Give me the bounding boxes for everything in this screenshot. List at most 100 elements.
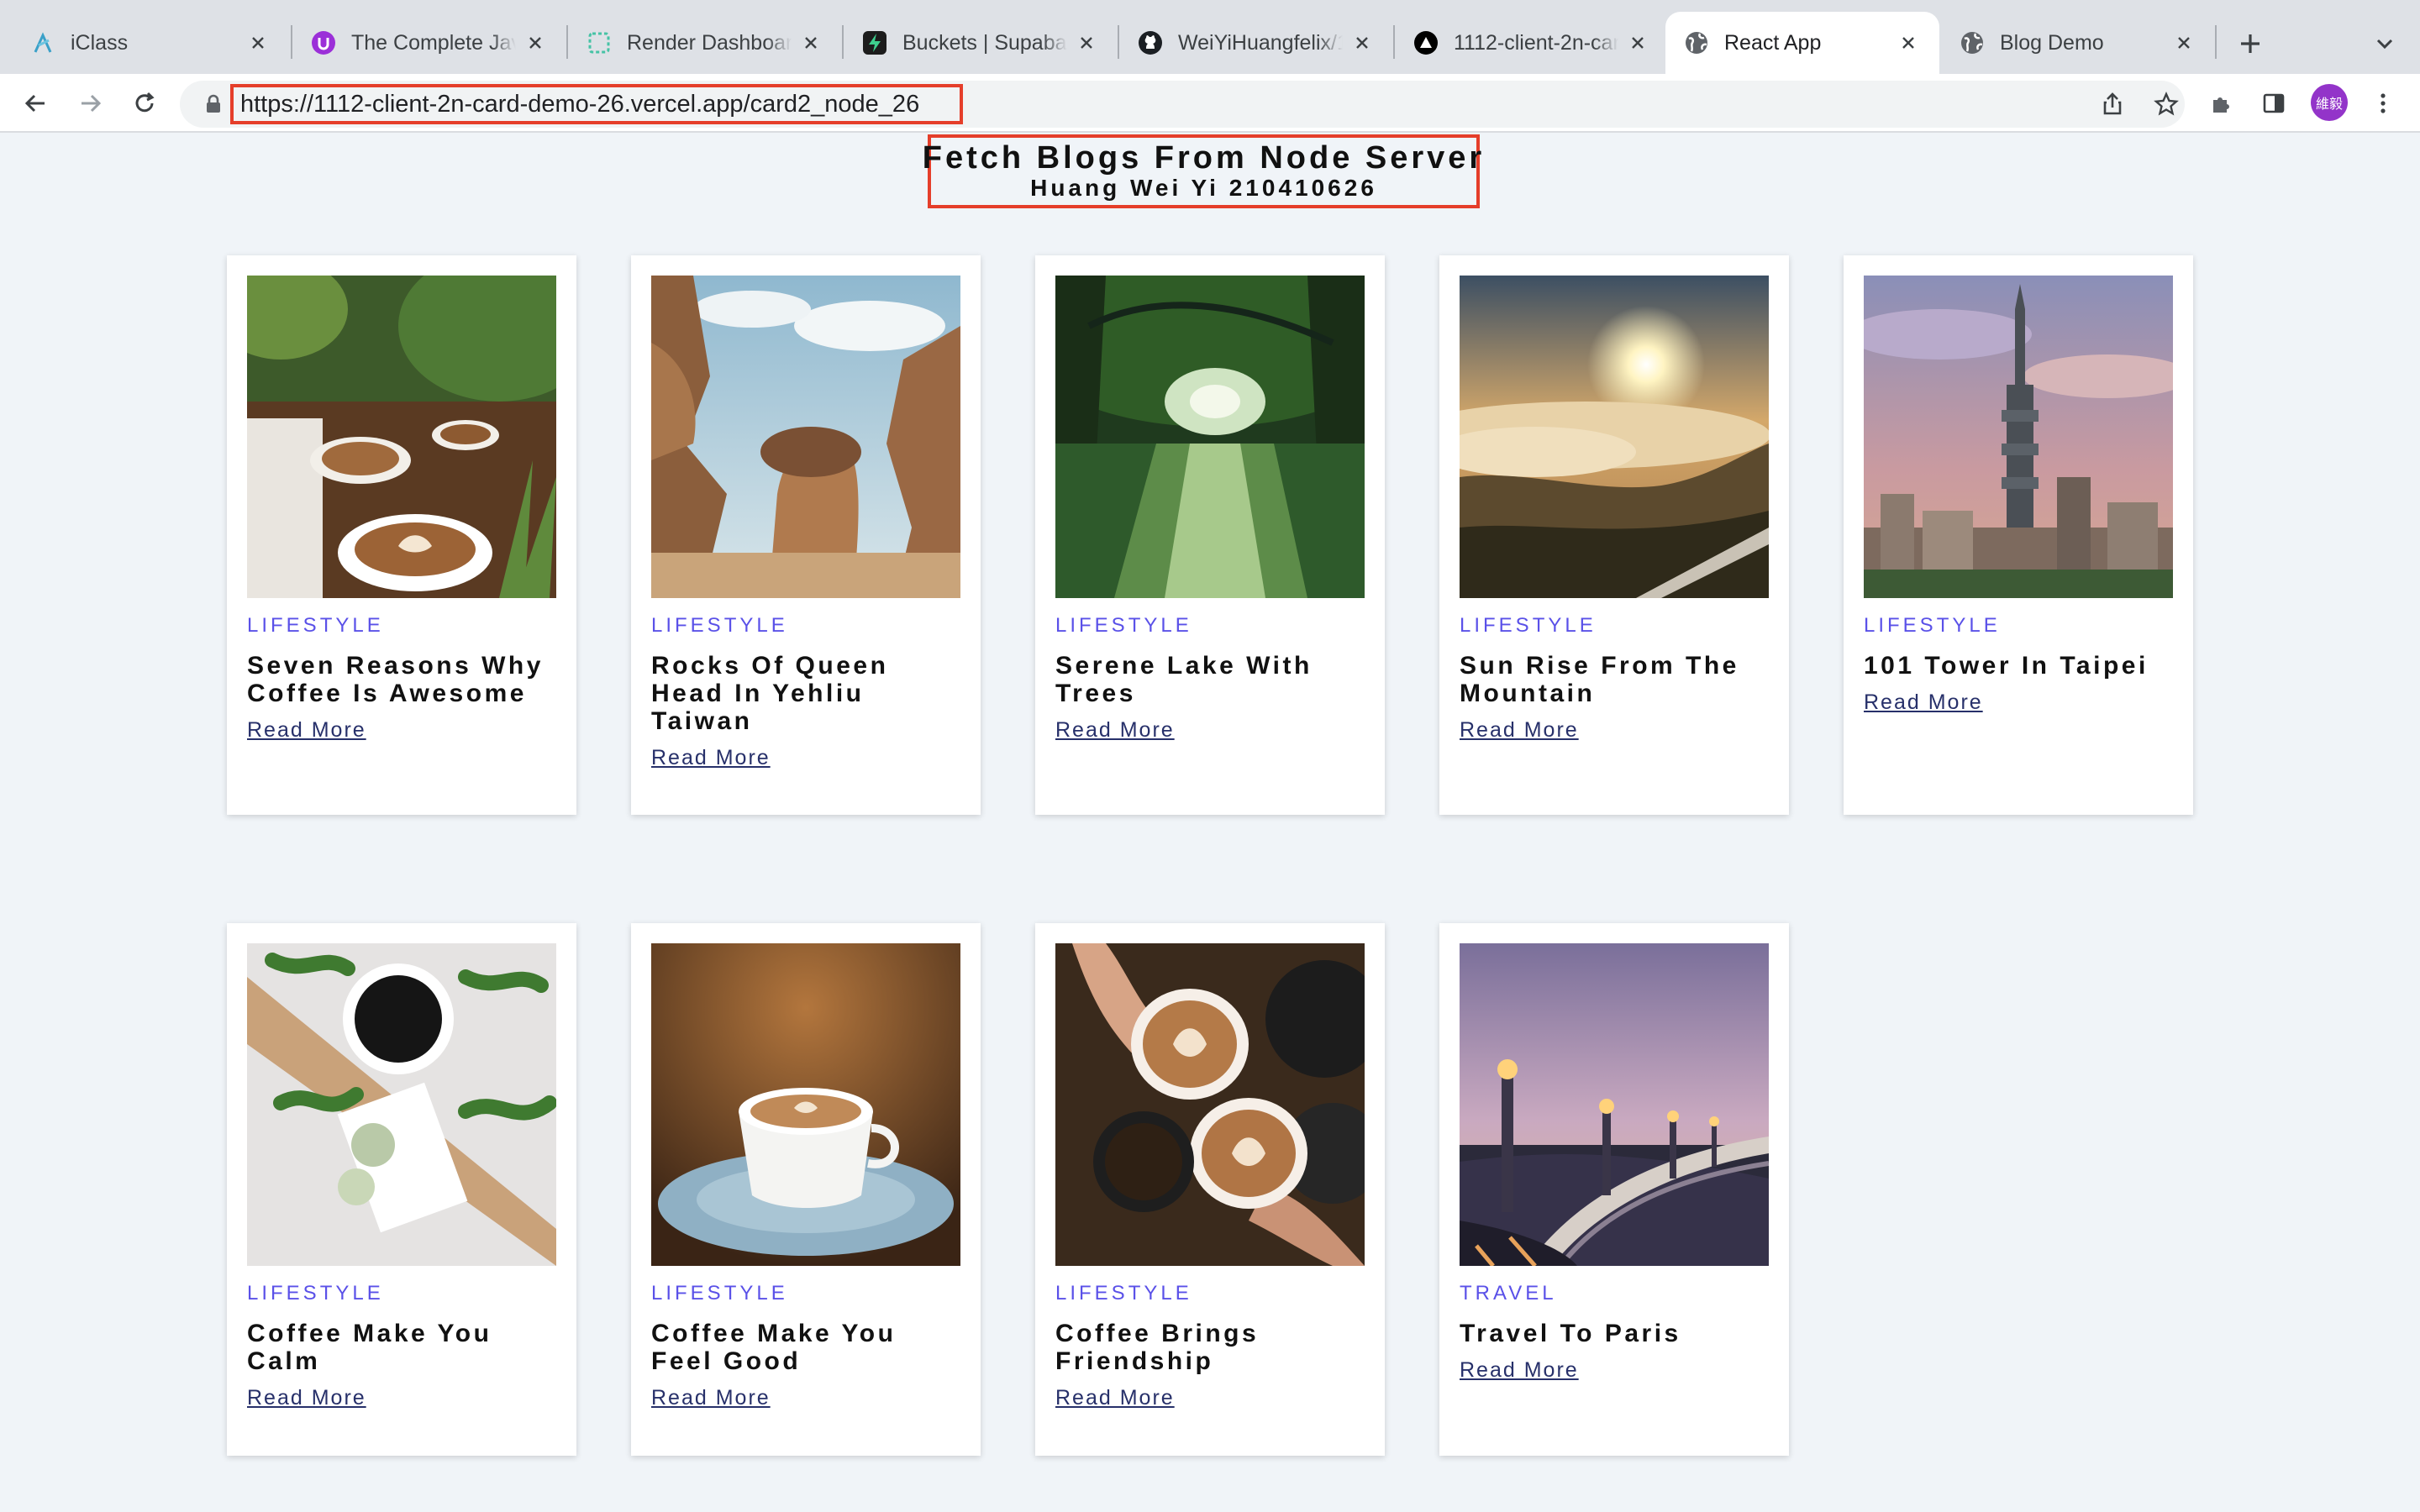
- reload-icon: [135, 92, 155, 113]
- blog-category: LIFESTYLE: [651, 1282, 788, 1305]
- browser-toolbar: https://1112-client-2n-card-demo-26.verc…: [0, 74, 2420, 133]
- share-icon: [2103, 92, 2122, 115]
- blog-card: TRAVEL Travel To Paris Read More: [1439, 923, 1789, 1456]
- side-panel-button[interactable]: [2255, 85, 2292, 122]
- blog-title: Travel To Paris: [1460, 1320, 1681, 1347]
- blog-title: Serene Lake With Trees: [1055, 652, 1313, 707]
- blog-card: LIFESTYLE Serene Lake With Trees Read Mo…: [1035, 255, 1385, 815]
- vercel-favicon-icon: [1413, 30, 1439, 55]
- globe-icon: [1684, 30, 1709, 55]
- close-tab-icon[interactable]: [1074, 30, 1099, 55]
- github-favicon-icon: [1138, 30, 1163, 55]
- tab-github-repo[interactable]: WeiYiHuangfelix/1112: [1119, 12, 1393, 74]
- tab-supabase-buckets[interactable]: Buckets | Supabase: [844, 12, 1118, 74]
- blog-image: [651, 276, 960, 598]
- read-more-link[interactable]: Read More: [1055, 717, 1175, 743]
- blog-category: LIFESTYLE: [247, 614, 384, 637]
- render-favicon-icon: [587, 30, 612, 55]
- blog-image: [651, 943, 960, 1266]
- blog-title: 101 Tower In Taipei: [1864, 652, 2149, 680]
- iclass-favicon-icon: [30, 30, 55, 55]
- read-more-link[interactable]: Read More: [1055, 1385, 1175, 1410]
- udemy-favicon-icon: [311, 30, 336, 55]
- close-tab-icon[interactable]: [1896, 30, 1921, 55]
- blog-card: LIFESTYLE Rocks Of Queen Head In Yehliu …: [631, 255, 981, 815]
- tab-title: Render Dashboard: [627, 30, 792, 55]
- blog-card: LIFESTYLE Coffee Make You Feel Good Read…: [631, 923, 981, 1456]
- lock-icon: [207, 94, 220, 113]
- blog-title: Rocks Of Queen Head In Yehliu Taiwan: [651, 652, 889, 735]
- page-content: Fetch Blogs From Node Server Huang Wei Y…: [0, 134, 2420, 1512]
- tab-vercel-deployment[interactable]: 1112-client-2n-card: [1395, 12, 1669, 74]
- blog-image: [247, 943, 556, 1266]
- blog-image: [247, 276, 556, 598]
- tab-render-dashboard[interactable]: Render Dashboard: [568, 12, 842, 74]
- tab-title: WeiYiHuangfelix/1112: [1178, 30, 1343, 55]
- read-more-link[interactable]: Read More: [651, 745, 771, 770]
- blog-image: [1460, 276, 1769, 598]
- blog-category: LIFESTYLE: [1055, 614, 1192, 637]
- blog-category: LIFESTYLE: [1460, 614, 1597, 637]
- blog-image: [1055, 943, 1365, 1266]
- blog-image: [1864, 276, 2173, 598]
- close-tab-icon[interactable]: [798, 30, 823, 55]
- address-bar[interactable]: https://1112-client-2n-card-demo-26.verc…: [180, 81, 2185, 128]
- read-more-link[interactable]: Read More: [651, 1385, 771, 1410]
- new-tab-button[interactable]: [2232, 25, 2269, 62]
- close-tab-icon[interactable]: [1625, 30, 1650, 55]
- blog-category: LIFESTYLE: [247, 1282, 384, 1305]
- read-more-link[interactable]: Read More: [1460, 1357, 1579, 1383]
- avatar-initials: 維毅: [2315, 97, 2343, 112]
- supabase-favicon-icon: [862, 30, 887, 55]
- blog-category: LIFESTYLE: [651, 614, 788, 637]
- extensions-button[interactable]: [2203, 85, 2240, 122]
- profile-avatar[interactable]: 維毅: [2311, 84, 2348, 121]
- tab-title: Blog Demo: [2000, 30, 2104, 55]
- forward-arrow-icon: [82, 94, 102, 113]
- close-tab-icon[interactable]: [1349, 30, 1375, 55]
- blog-category: LIFESTYLE: [1055, 1282, 1192, 1305]
- tab-title: React App: [1724, 30, 1822, 55]
- url-text[interactable]: https://1112-client-2n-card-demo-26.verc…: [240, 91, 919, 118]
- tab-blog-demo[interactable]: Blog Demo: [1941, 12, 2215, 74]
- blog-title: Coffee Make You Feel Good: [651, 1320, 897, 1375]
- reload-button[interactable]: [126, 85, 163, 122]
- tab-title: Buckets | Supabase: [902, 30, 1067, 55]
- star-icon: [2154, 92, 2179, 116]
- share-button[interactable]: [2094, 86, 2131, 123]
- close-tab-icon[interactable]: [245, 30, 271, 55]
- back-button[interactable]: [17, 85, 54, 122]
- blog-image: [1460, 943, 1769, 1266]
- blog-title: Sun Rise From The Mountain: [1460, 652, 1739, 707]
- kebab-menu-icon: [2381, 93, 2386, 113]
- blog-category: TRAVEL: [1460, 1282, 1557, 1305]
- read-more-link[interactable]: Read More: [1864, 690, 1983, 715]
- blog-title: Coffee Brings Friendship: [1055, 1320, 1260, 1375]
- puzzle-icon: [2213, 97, 2229, 113]
- back-arrow-icon: [24, 94, 45, 113]
- tab-iclass[interactable]: iClass: [12, 12, 289, 74]
- blog-card: LIFESTYLE Coffee Brings Friendship Read …: [1035, 923, 1385, 1456]
- tab-react-app[interactable]: React App: [1665, 12, 1939, 74]
- close-tab-icon[interactable]: [2171, 30, 2196, 55]
- tab-search-button[interactable]: [2366, 25, 2403, 62]
- tab-title: The Complete JavaScript Course: [351, 30, 516, 55]
- plus-icon: [2241, 34, 2260, 53]
- read-more-link[interactable]: Read More: [1460, 717, 1579, 743]
- globe-icon: [1960, 30, 1985, 55]
- bookmark-star-button[interactable]: [2148, 86, 2185, 123]
- page-title: Fetch Blogs From Node Server: [922, 140, 1486, 176]
- tab-javascript-course[interactable]: The Complete JavaScript Course: [292, 12, 566, 74]
- forward-button[interactable]: [72, 85, 109, 122]
- close-tab-icon[interactable]: [523, 30, 548, 55]
- blog-card: LIFESTYLE 101 Tower In Taipei Read More: [1844, 255, 2193, 815]
- blog-card: LIFESTYLE Seven Reasons Why Coffee Is Aw…: [227, 255, 576, 815]
- page-header: Fetch Blogs From Node Server Huang Wei Y…: [923, 134, 1481, 208]
- read-more-link[interactable]: Read More: [247, 717, 366, 743]
- side-panel-icon: [2263, 93, 2285, 113]
- read-more-link[interactable]: Read More: [247, 1385, 366, 1410]
- url-highlight-box[interactable]: https://1112-client-2n-card-demo-26.verc…: [230, 84, 963, 124]
- tab-strip: iClass The Complete JavaScript Course Re…: [0, 0, 2420, 74]
- tab-title: 1112-client-2n-card: [1454, 30, 1618, 55]
- menu-button[interactable]: [2365, 85, 2402, 122]
